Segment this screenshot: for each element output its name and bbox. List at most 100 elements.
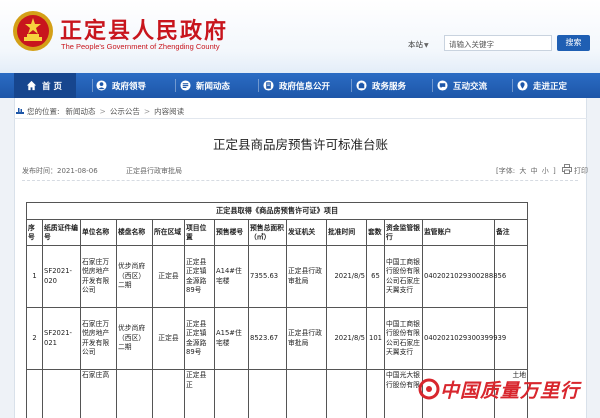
table-cell bbox=[152, 369, 185, 418]
nav-item-leaders[interactable]: 政府领导 bbox=[96, 73, 146, 98]
column-header: 单位名称 bbox=[80, 219, 117, 246]
table-header-row: 序号 纸质证件编号 单位名称 楼盘名称 所在区域 项目位置 预售楼号 预售总面积… bbox=[26, 219, 529, 246]
column-header: 项目位置 bbox=[184, 219, 215, 246]
table-cell bbox=[366, 369, 385, 418]
document-icon bbox=[263, 80, 274, 91]
table-cell: 正定县正定镇金源路89号 bbox=[184, 307, 215, 370]
table-cell: 101 bbox=[366, 307, 385, 370]
table-row: 2 SF2021-021 石家庄万悦房地产开发有限公司 优步尚府（西区）二期 正… bbox=[26, 307, 529, 370]
breadcrumb-news[interactable]: 新闻动态 bbox=[66, 107, 96, 116]
breadcrumb-separator: > bbox=[99, 107, 106, 116]
font-size-label: [字体: bbox=[496, 167, 516, 175]
breadcrumb-separator: > bbox=[143, 107, 151, 116]
font-large-button[interactable]: 大 bbox=[519, 167, 526, 175]
table-cell: 中国工商银行股份有限公司石家庄天翼支行 bbox=[384, 245, 423, 308]
table-cell: 石家庄高 bbox=[80, 369, 117, 418]
table-cell: 2021/8/5 bbox=[326, 245, 367, 308]
nav-divider bbox=[351, 79, 352, 92]
search-input[interactable]: 请输入关键字 bbox=[444, 35, 552, 51]
font-size-close: ] bbox=[553, 167, 556, 175]
nav-divider bbox=[258, 79, 259, 92]
nav-divider bbox=[92, 79, 93, 92]
article-title: 正定县商品房预售许可标准台账 bbox=[212, 137, 388, 152]
table-cell: 1 bbox=[26, 245, 43, 308]
national-emblem-icon bbox=[13, 11, 53, 51]
article-source: 正定县行政审批局 bbox=[126, 167, 182, 175]
search-button[interactable]: 搜索 bbox=[557, 35, 590, 51]
column-header: 套数 bbox=[366, 219, 385, 246]
breadcrumb-prefix: 您的位置: bbox=[27, 107, 60, 116]
table-cell: 中国光大银行股份有限 bbox=[384, 369, 423, 418]
table-cell bbox=[42, 369, 81, 418]
table-cell: 0402021029300399939 bbox=[422, 307, 506, 370]
nav-label: 首 页 bbox=[42, 81, 62, 92]
nav-item-info-disclosure[interactable]: 政府信息公开 bbox=[263, 73, 330, 98]
table-cell: 石家庄万悦房地产开发有限公司 bbox=[80, 307, 117, 370]
table-cell: SF2021-021 bbox=[42, 307, 81, 370]
divider bbox=[22, 180, 578, 181]
user-icon bbox=[96, 80, 107, 91]
chat-icon bbox=[437, 80, 448, 91]
watermark: 中国质量万里行 bbox=[418, 376, 598, 406]
divider bbox=[14, 118, 587, 119]
column-header: 批准时间 bbox=[326, 219, 367, 246]
table-cell bbox=[116, 369, 153, 418]
font-small-button[interactable]: 小 bbox=[542, 167, 549, 175]
nav-divider bbox=[432, 79, 433, 92]
table-cell: 0402021029300288856 bbox=[422, 245, 506, 308]
quality-logo-icon bbox=[418, 378, 440, 400]
table-cell: 石家庄万悦房地产开发有限公司 bbox=[80, 245, 117, 308]
nav-label: 新闻动态 bbox=[196, 81, 231, 92]
table-row: 1 SF2021-020 石家庄万悦房地产开发有限公司 优步尚府（西区）二期 正… bbox=[26, 245, 529, 308]
table-cell: 优步尚府（西区）二期 bbox=[116, 307, 153, 370]
table-cell: A15#住宅楼 bbox=[214, 307, 249, 370]
location-icon bbox=[517, 80, 528, 91]
nav-item-about[interactable]: 走进正定 bbox=[517, 73, 567, 98]
nav-item-interaction[interactable]: 互动交流 bbox=[437, 73, 487, 98]
table-cell: 正定县正 bbox=[184, 369, 215, 418]
table-cell: 65 bbox=[366, 245, 385, 308]
font-medium-button[interactable]: 中 bbox=[531, 167, 538, 175]
watermark-text: 中国质量万里行 bbox=[440, 380, 581, 402]
chevron-down-icon: ▼ bbox=[424, 42, 429, 49]
table-cell bbox=[214, 369, 249, 418]
nav-label: 政府领导 bbox=[112, 81, 147, 92]
table-cell: 中国工商银行股份有限公司石家庄天翼支行 bbox=[384, 307, 423, 370]
site-title[interactable]: 正定县人民政府 bbox=[60, 13, 228, 45]
nav-label: 走进正定 bbox=[533, 81, 568, 92]
news-icon bbox=[180, 80, 191, 91]
table-cell: 2 bbox=[26, 307, 43, 370]
home-icon bbox=[26, 80, 37, 91]
site-subtitle: The People's Government of Zhengding Cou… bbox=[61, 42, 220, 51]
table-cell: 优步尚府（西区）二期 bbox=[116, 245, 153, 308]
table-cell: 2021/8/5 bbox=[326, 307, 367, 370]
print-icon[interactable] bbox=[562, 164, 572, 174]
column-header: 纸质证件编号 bbox=[42, 219, 81, 246]
nav-label: 政务服务 bbox=[372, 81, 407, 92]
table-cell: 正定县行政审批局 bbox=[286, 307, 327, 370]
print-button[interactable]: 打印 bbox=[574, 166, 588, 176]
table-cell: A14#住宅楼 bbox=[214, 245, 249, 308]
column-header: 发证机关 bbox=[286, 219, 327, 246]
nav-label: 互动交流 bbox=[453, 81, 488, 92]
breadcrumb: 您的位置: 新闻动态 > 公示公告 > 内容阅读 bbox=[16, 106, 184, 117]
breadcrumb-announcements[interactable]: 公示公告 bbox=[110, 107, 140, 116]
column-header: 所在区域 bbox=[152, 219, 185, 246]
column-header: 序号 bbox=[26, 219, 43, 246]
table-cell: SF2021-020 bbox=[42, 245, 81, 308]
column-header: 备注 bbox=[493, 219, 529, 246]
nav-item-services[interactable]: 政务服务 bbox=[356, 73, 406, 98]
main-nav: 首 页 政府领导 新闻动态 政府信息公开 政务服务 互动交流 走进正定 bbox=[0, 73, 600, 98]
nav-label: 政府信息公开 bbox=[279, 81, 331, 92]
search-scope-select[interactable]: 本站▼ bbox=[408, 39, 429, 50]
nav-item-home[interactable]: 首 页 bbox=[14, 73, 76, 98]
site-header: 正定县人民政府 The People's Government of Zheng… bbox=[0, 0, 600, 73]
nav-divider bbox=[512, 79, 513, 92]
table-caption: 正定县取得《商品房预售许可证》项目 bbox=[25, 202, 529, 220]
table-cell bbox=[248, 369, 287, 418]
nav-item-news[interactable]: 新闻动态 bbox=[180, 73, 230, 98]
column-header: 预售总面积（㎡） bbox=[248, 219, 287, 246]
table-cell: 7355.63 bbox=[248, 245, 287, 308]
table-cell: 正定县正定镇金源路89号 bbox=[184, 245, 215, 308]
location-pin-icon bbox=[16, 108, 24, 114]
